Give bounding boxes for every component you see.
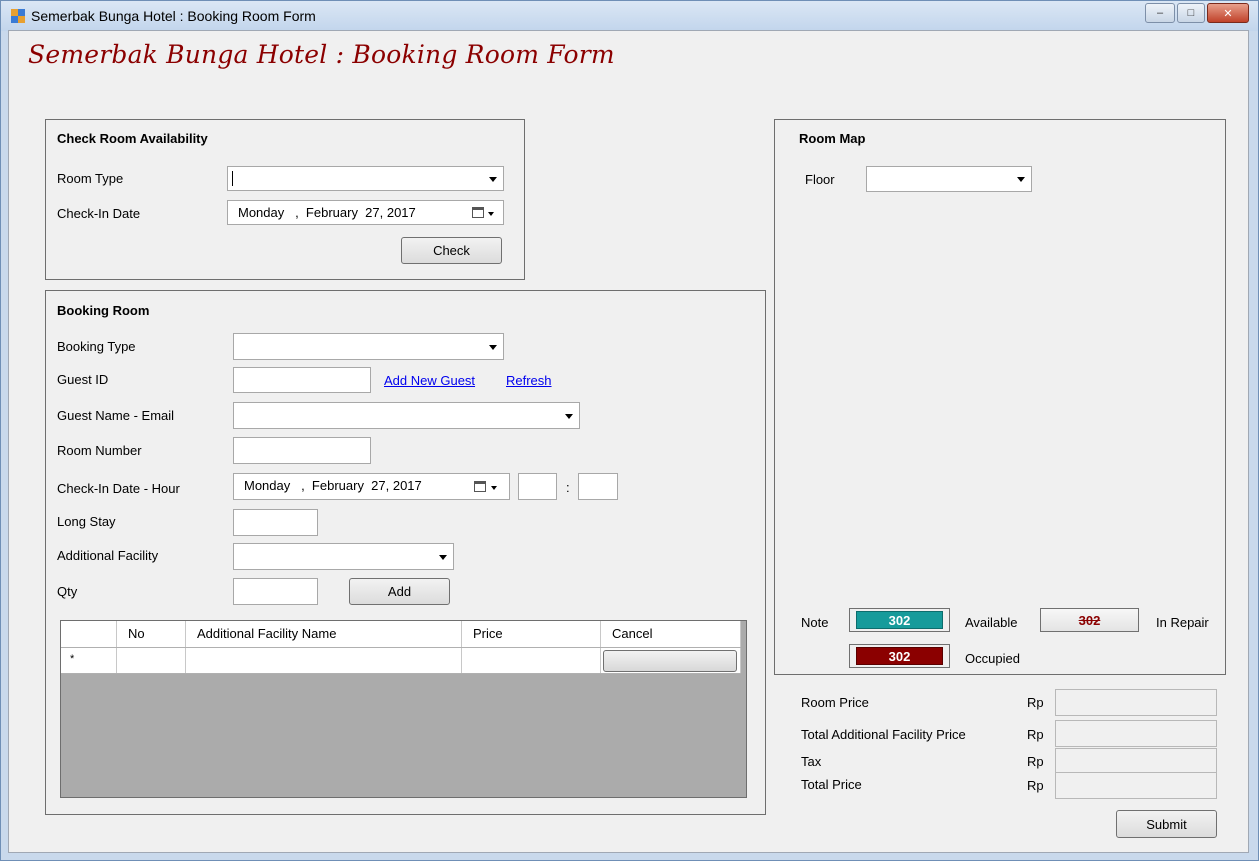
chevron-down-icon	[489, 176, 497, 182]
room-map-group	[774, 119, 1226, 675]
room-number-label: Room Number	[57, 443, 142, 458]
chevron-down-icon	[488, 212, 494, 216]
add-new-guest-link[interactable]: Add New Guest	[384, 373, 475, 388]
booking-room-title: Booking Room	[57, 303, 150, 318]
total-price-currency: Rp	[1027, 778, 1044, 793]
room-number-input[interactable]	[233, 437, 371, 464]
total-additional-label: Total Additional Facility Price	[801, 727, 966, 742]
legend-in-repair-number: 302	[1078, 612, 1101, 628]
tax-field	[1055, 748, 1217, 775]
checkin-datehour-label: Check-In Date - Hour	[57, 481, 180, 496]
hour-separator: :	[566, 480, 570, 495]
legend-in-repair-label: In Repair	[1156, 615, 1209, 630]
grid-header-row: No Additional Facility Name Price Cancel	[61, 621, 741, 648]
guest-name-select[interactable]	[233, 402, 580, 429]
cell-cancel	[601, 648, 741, 673]
floor-label: Floor	[805, 172, 835, 187]
qty-input[interactable]	[233, 578, 318, 605]
qty-label: Qty	[57, 584, 78, 599]
window-title: Semerbak Bunga Hotel : Booking Room Form	[31, 8, 316, 24]
chevron-down-icon	[565, 413, 573, 419]
minute-input[interactable]	[578, 473, 618, 500]
legend-available-box: 302	[849, 608, 950, 632]
cell-price[interactable]	[462, 648, 601, 673]
facility-grid[interactable]: No Additional Facility Name Price Cancel…	[60, 620, 747, 798]
cell-no[interactable]	[117, 648, 186, 673]
guest-id-input[interactable]	[233, 367, 371, 393]
add-button[interactable]: Add	[349, 578, 450, 605]
column-header-no[interactable]: No	[117, 621, 186, 647]
column-header-cancel[interactable]: Cancel	[601, 621, 741, 647]
checkin-datehour-value: Monday , February 27, 2017	[244, 478, 422, 493]
guest-id-label: Guest ID	[57, 372, 109, 387]
total-additional-field	[1055, 720, 1217, 747]
room-type-select[interactable]	[227, 166, 504, 191]
calendar-icon	[474, 481, 486, 492]
additional-facility-select[interactable]	[233, 543, 454, 570]
room-price-currency: Rp	[1027, 695, 1044, 710]
long-stay-label: Long Stay	[57, 514, 116, 529]
booking-type-select[interactable]	[233, 333, 504, 360]
grid-row-header-corner	[61, 621, 117, 647]
room-price-label: Room Price	[801, 695, 869, 710]
legend-in-repair-box: 302	[1040, 608, 1139, 632]
checkin-datehour-picker[interactable]: Monday , February 27, 2017	[233, 473, 510, 500]
column-header-price[interactable]: Price	[462, 621, 601, 647]
table-row[interactable]: *	[61, 648, 741, 674]
tax-label: Tax	[801, 754, 822, 769]
submit-button[interactable]: Submit	[1116, 810, 1217, 838]
legend-available-number: 302	[855, 611, 944, 629]
checkin-date-picker[interactable]: Monday , February 27, 2017	[227, 200, 504, 225]
column-header-facility-name[interactable]: Additional Facility Name	[186, 621, 462, 647]
note-label: Note	[801, 615, 829, 630]
cancel-row-button[interactable]	[603, 650, 737, 672]
long-stay-input[interactable]	[233, 509, 318, 536]
chevron-down-icon	[439, 554, 447, 560]
refresh-link[interactable]: Refresh	[506, 373, 552, 388]
form-title: Semerbak Bunga Hotel : Booking Room Form	[28, 40, 615, 69]
minimize-icon[interactable]: –	[1145, 3, 1175, 23]
title-bar[interactable]: Semerbak Bunga Hotel : Booking Room Form…	[1, 1, 1258, 31]
guest-name-label: Guest Name - Email	[57, 408, 175, 423]
booking-type-label: Booking Type	[57, 339, 136, 354]
chevron-down-icon	[1017, 177, 1025, 182]
total-additional-currency: Rp	[1027, 727, 1044, 742]
legend-occupied-number: 302	[855, 647, 944, 665]
text-cursor	[232, 171, 233, 186]
total-price-field	[1055, 772, 1217, 799]
additional-facility-label: Additional Facility	[57, 548, 159, 563]
check-availability-title: Check Room Availability	[57, 131, 208, 146]
hour-input[interactable]	[518, 473, 557, 500]
checkin-date-label: Check-In Date	[57, 206, 141, 221]
app-icon	[11, 9, 25, 23]
room-price-field	[1055, 689, 1217, 716]
checkin-date-value: Monday , February 27, 2017	[238, 205, 416, 220]
legend-available-label: Available	[965, 615, 1018, 630]
room-type-label: Room Type	[57, 171, 124, 186]
legend-occupied-box: 302	[849, 644, 950, 668]
floor-select[interactable]	[866, 166, 1032, 192]
check-button[interactable]: Check	[401, 237, 502, 264]
maximize-icon[interactable]: □	[1177, 3, 1205, 23]
legend-occupied-label: Occupied	[965, 651, 1020, 666]
total-price-label: Total Price	[801, 777, 862, 792]
room-map-title: Room Map	[799, 131, 866, 146]
tax-currency: Rp	[1027, 754, 1044, 769]
calendar-icon	[472, 207, 484, 218]
cell-facility-name[interactable]	[186, 648, 462, 673]
close-icon[interactable]: ✕	[1207, 3, 1249, 23]
new-row-marker: *	[70, 653, 75, 665]
chevron-down-icon	[489, 344, 497, 350]
chevron-down-icon	[491, 486, 497, 490]
row-header[interactable]: *	[61, 648, 117, 673]
